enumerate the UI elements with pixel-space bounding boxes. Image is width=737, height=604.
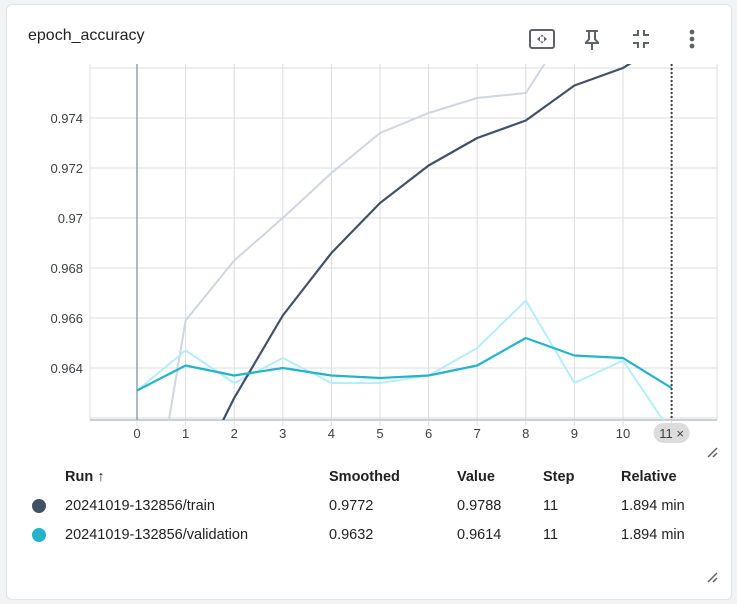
x-tick-label: 1 (182, 426, 189, 441)
series-layer (136, 0, 673, 604)
series-line-raw[interactable] (137, 0, 672, 604)
x-tick-label: 4 (328, 426, 335, 441)
x-tick-label: 0 (133, 426, 140, 441)
x-tick-label: 5 (376, 426, 383, 441)
x-tick-label: 2 (231, 426, 238, 441)
x-tick-label: 3 (279, 426, 286, 441)
step-marker-label: 11 × (659, 426, 684, 441)
x-tick-label: 7 (474, 426, 481, 441)
y-tick-label: 0.974 (50, 111, 83, 126)
x-tick-label: 9 (571, 426, 578, 441)
y-tick-label: 0.964 (50, 361, 83, 376)
x-tick-label: 10 (616, 426, 630, 441)
x-tick-label: 6 (425, 426, 432, 441)
y-tick-label: 0.968 (50, 261, 83, 276)
y-tick-label: 0.97 (58, 211, 83, 226)
y-tick-label: 0.972 (50, 161, 83, 176)
x-tick-label: 8 (522, 426, 529, 441)
line-chart[interactable]: 0.964 0.966 0.968 0.97 0.972 0.974 0 1 2 3 4 5 6 7 8 9 1… (0, 0, 737, 604)
y-tick-label: 0.966 (50, 311, 83, 326)
series-line-smoothed[interactable] (136, 336, 673, 392)
series-line-raw[interactable] (136, 299, 672, 434)
